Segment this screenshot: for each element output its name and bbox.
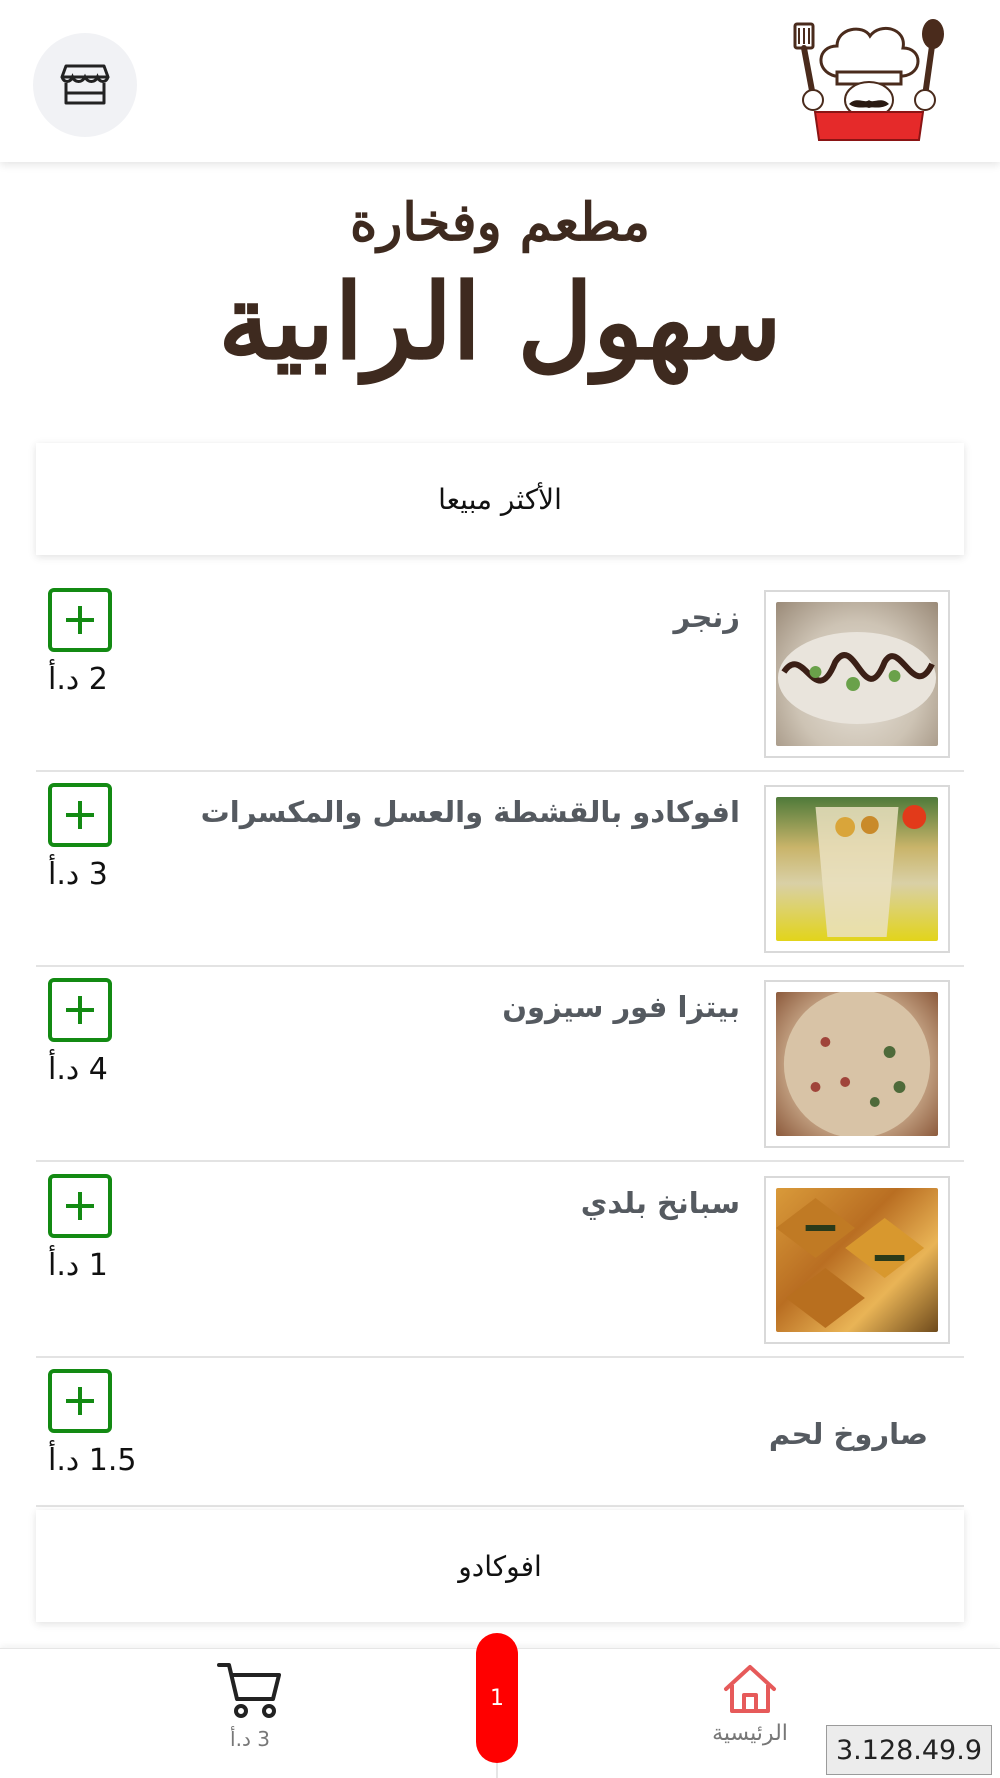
restaurant-name: سهول الرابية	[218, 260, 782, 383]
item-image[interactable]	[764, 980, 950, 1148]
section-header-avocado[interactable]: افوكادو	[36, 1510, 964, 1622]
item-name: زنجر	[673, 600, 740, 634]
item-price: 1 د.أ	[48, 1248, 108, 1283]
item-price: 2 د.أ	[48, 662, 108, 697]
add-to-cart-button[interactable]	[48, 588, 112, 652]
add-to-cart-button[interactable]	[48, 783, 112, 847]
menu-item[interactable]: افوكادو بالقشطة والعسل والمكسرات 3 د.أ	[36, 773, 964, 967]
app-header	[0, 0, 1000, 162]
store-button[interactable]	[33, 33, 137, 137]
section-header-best-sellers[interactable]: الأكثر مبيعا	[36, 443, 964, 555]
item-name: افوكادو بالقشطة والعسل والمكسرات	[200, 795, 740, 829]
add-to-cart-button[interactable]	[48, 1369, 112, 1433]
nav-home[interactable]: الرئيسية	[700, 1663, 800, 1773]
cart-total: 3 د.أ	[230, 1727, 270, 1751]
menu-item[interactable]: صاروخ لحم 1.5 د.أ	[36, 1359, 964, 1507]
nav-cart[interactable]: 3 د.أ	[200, 1659, 300, 1769]
menu-item[interactable]: بيتزا فور سيزون 4 د.أ	[36, 968, 964, 1162]
app-version: 3.128.49.9	[826, 1725, 992, 1775]
home-label: الرئيسية	[712, 1721, 788, 1746]
item-price: 3 د.أ	[48, 857, 108, 892]
cart-icon	[217, 1663, 281, 1718]
item-name: صاروخ لحم	[768, 1417, 928, 1451]
store-icon	[60, 64, 110, 105]
restaurant-subtitle: مطعم وفخارة	[349, 192, 651, 253]
add-to-cart-button[interactable]	[48, 1174, 112, 1238]
restaurant-logo	[785, 16, 950, 146]
item-price: 4 د.أ	[48, 1052, 108, 1087]
item-image[interactable]	[764, 1176, 950, 1344]
item-name: بيتزا فور سيزون	[502, 990, 740, 1024]
item-image[interactable]	[764, 590, 950, 758]
divider	[496, 1763, 498, 1778]
home-icon	[724, 1665, 776, 1713]
menu-item[interactable]: زنجر 2 د.أ	[36, 578, 964, 772]
item-image[interactable]	[764, 785, 950, 953]
item-name: سبانخ بلدي	[580, 1186, 740, 1220]
add-to-cart-button[interactable]	[48, 978, 112, 1042]
menu-item[interactable]: سبانخ بلدي 1 د.أ	[36, 1164, 964, 1358]
item-price: 1.5 د.أ	[48, 1443, 137, 1478]
cart-count-badge[interactable]: 1	[476, 1633, 518, 1763]
